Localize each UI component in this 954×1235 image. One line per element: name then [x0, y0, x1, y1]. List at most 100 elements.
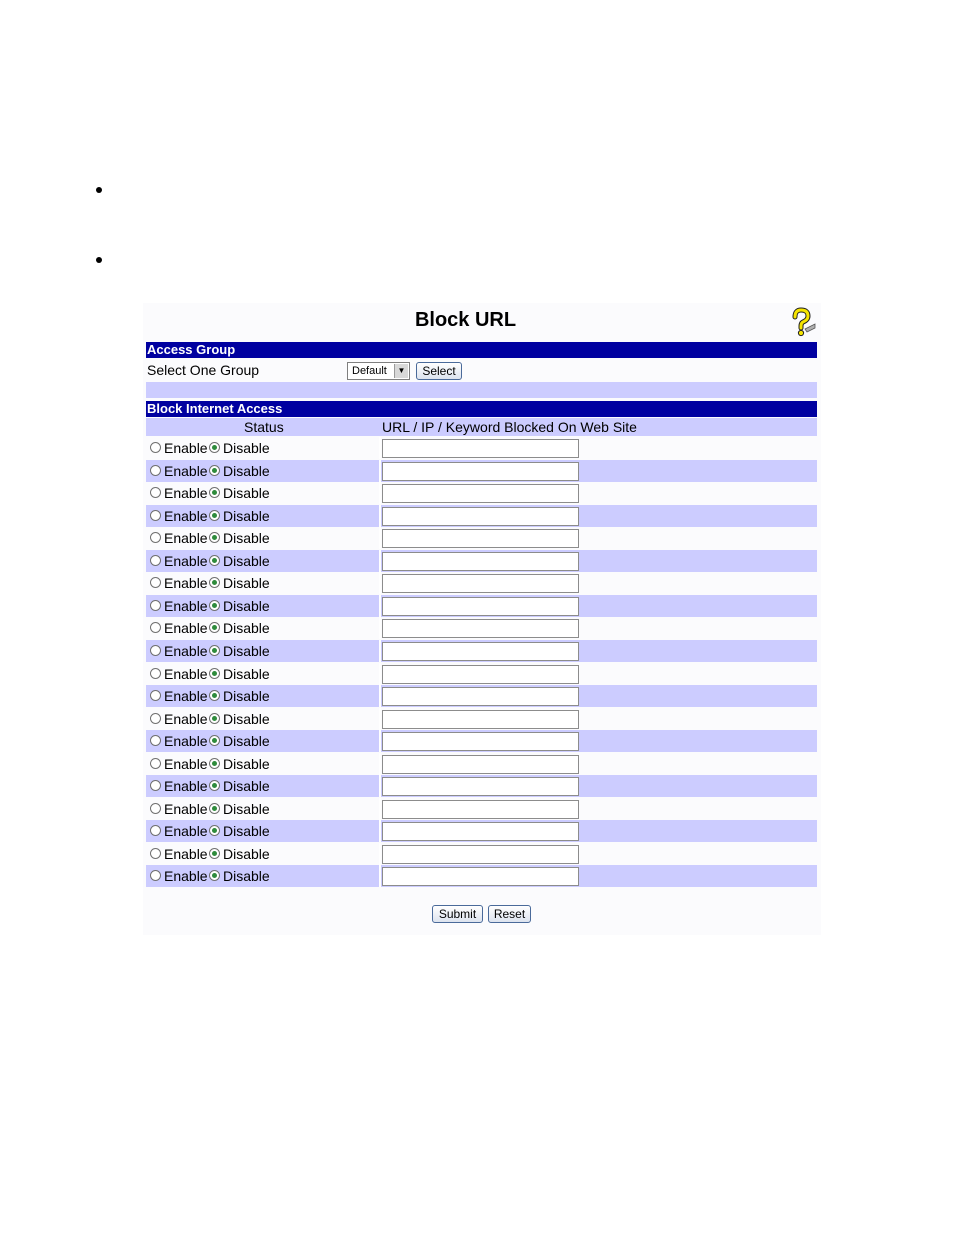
enable-radio[interactable] [150, 600, 161, 611]
disable-label: Disable [223, 553, 270, 569]
url-input[interactable] [382, 462, 579, 481]
disable-radio[interactable] [209, 510, 220, 521]
enable-radio[interactable] [150, 690, 161, 701]
disable-radio[interactable] [209, 735, 220, 746]
enable-label: Enable [164, 733, 208, 749]
table-row: Enable Disable [146, 595, 817, 617]
enable-radio[interactable] [150, 848, 161, 859]
url-input[interactable] [382, 822, 579, 841]
enable-radio[interactable] [150, 532, 161, 543]
enable-radio[interactable] [150, 645, 161, 656]
url-input[interactable] [382, 439, 579, 458]
table-row: Enable Disable [146, 708, 817, 730]
disable-label: Disable [223, 575, 270, 591]
reset-button[interactable]: Reset [488, 905, 531, 923]
column-divider [379, 572, 381, 594]
url-input[interactable] [382, 710, 579, 729]
help-question-icon[interactable] [786, 307, 816, 337]
disable-radio[interactable] [209, 668, 220, 679]
enable-radio[interactable] [150, 442, 161, 453]
column-divider [379, 865, 381, 887]
group-select[interactable]: Default ▼ [347, 362, 410, 380]
disable-radio[interactable] [209, 690, 220, 701]
disable-label: Disable [223, 666, 270, 682]
column-divider [379, 595, 381, 617]
column-divider [379, 820, 381, 842]
select-group-button[interactable]: Select [416, 362, 462, 380]
disable-radio[interactable] [209, 758, 220, 769]
chevron-down-icon[interactable]: ▼ [394, 364, 408, 378]
enable-radio[interactable] [150, 780, 161, 791]
enable-label: Enable [164, 553, 208, 569]
enable-radio[interactable] [150, 713, 161, 724]
table-row: Enable Disable [146, 527, 817, 549]
url-input[interactable] [382, 642, 579, 661]
table-row: Enable Disable [146, 730, 817, 752]
disable-radio[interactable] [209, 780, 220, 791]
disable-radio[interactable] [209, 825, 220, 836]
disable-radio[interactable] [209, 487, 220, 498]
enable-radio[interactable] [150, 870, 161, 881]
column-divider [379, 775, 381, 797]
url-input[interactable] [382, 507, 579, 526]
disable-radio[interactable] [209, 532, 220, 543]
enable-radio[interactable] [150, 758, 161, 769]
url-input[interactable] [382, 665, 579, 684]
disable-radio[interactable] [209, 465, 220, 476]
url-input[interactable] [382, 800, 579, 819]
disable-radio[interactable] [209, 713, 220, 724]
submit-button[interactable]: Submit [432, 905, 483, 923]
disable-radio[interactable] [209, 645, 220, 656]
table-row: Enable Disable [146, 572, 817, 594]
disable-radio[interactable] [209, 555, 220, 566]
url-input[interactable] [382, 619, 579, 638]
enable-label: Enable [164, 688, 208, 704]
disable-label: Disable [223, 688, 270, 704]
disable-radio[interactable] [209, 577, 220, 588]
enable-radio[interactable] [150, 803, 161, 814]
enable-radio[interactable] [150, 668, 161, 679]
url-input[interactable] [382, 574, 579, 593]
table-row: Enable Disable [146, 775, 817, 797]
enable-label: Enable [164, 846, 208, 862]
table-row: Enable Disable [146, 617, 817, 639]
status-column-header: Status [244, 419, 284, 435]
url-input[interactable] [382, 845, 579, 864]
enable-radio[interactable] [150, 510, 161, 521]
enable-radio[interactable] [150, 487, 161, 498]
column-divider [379, 460, 381, 482]
disable-label: Disable [223, 823, 270, 839]
url-input[interactable] [382, 867, 579, 886]
url-input[interactable] [382, 484, 579, 503]
disable-radio[interactable] [209, 803, 220, 814]
table-row: Enable Disable [146, 437, 817, 459]
disable-radio[interactable] [209, 600, 220, 611]
enable-label: Enable [164, 778, 208, 794]
enable-radio[interactable] [150, 622, 161, 633]
disable-radio[interactable] [209, 622, 220, 633]
enable-label: Enable [164, 440, 208, 456]
enable-radio[interactable] [150, 825, 161, 836]
disable-radio[interactable] [209, 870, 220, 881]
url-input[interactable] [382, 777, 579, 796]
disable-label: Disable [223, 643, 270, 659]
column-divider [379, 798, 381, 820]
url-input[interactable] [382, 687, 579, 706]
enable-label: Enable [164, 823, 208, 839]
enable-label: Enable [164, 508, 208, 524]
url-input[interactable] [382, 529, 579, 548]
url-input[interactable] [382, 552, 579, 571]
url-input[interactable] [382, 597, 579, 616]
enable-radio[interactable] [150, 465, 161, 476]
enable-label: Enable [164, 666, 208, 682]
enable-radio[interactable] [150, 577, 161, 588]
url-input[interactable] [382, 732, 579, 751]
enable-radio[interactable] [150, 555, 161, 566]
disable-radio[interactable] [209, 442, 220, 453]
url-input[interactable] [382, 755, 579, 774]
disable-radio[interactable] [209, 848, 220, 859]
disable-label: Disable [223, 733, 270, 749]
table-row: Enable Disable [146, 482, 817, 504]
column-divider [379, 482, 381, 504]
enable-radio[interactable] [150, 735, 161, 746]
